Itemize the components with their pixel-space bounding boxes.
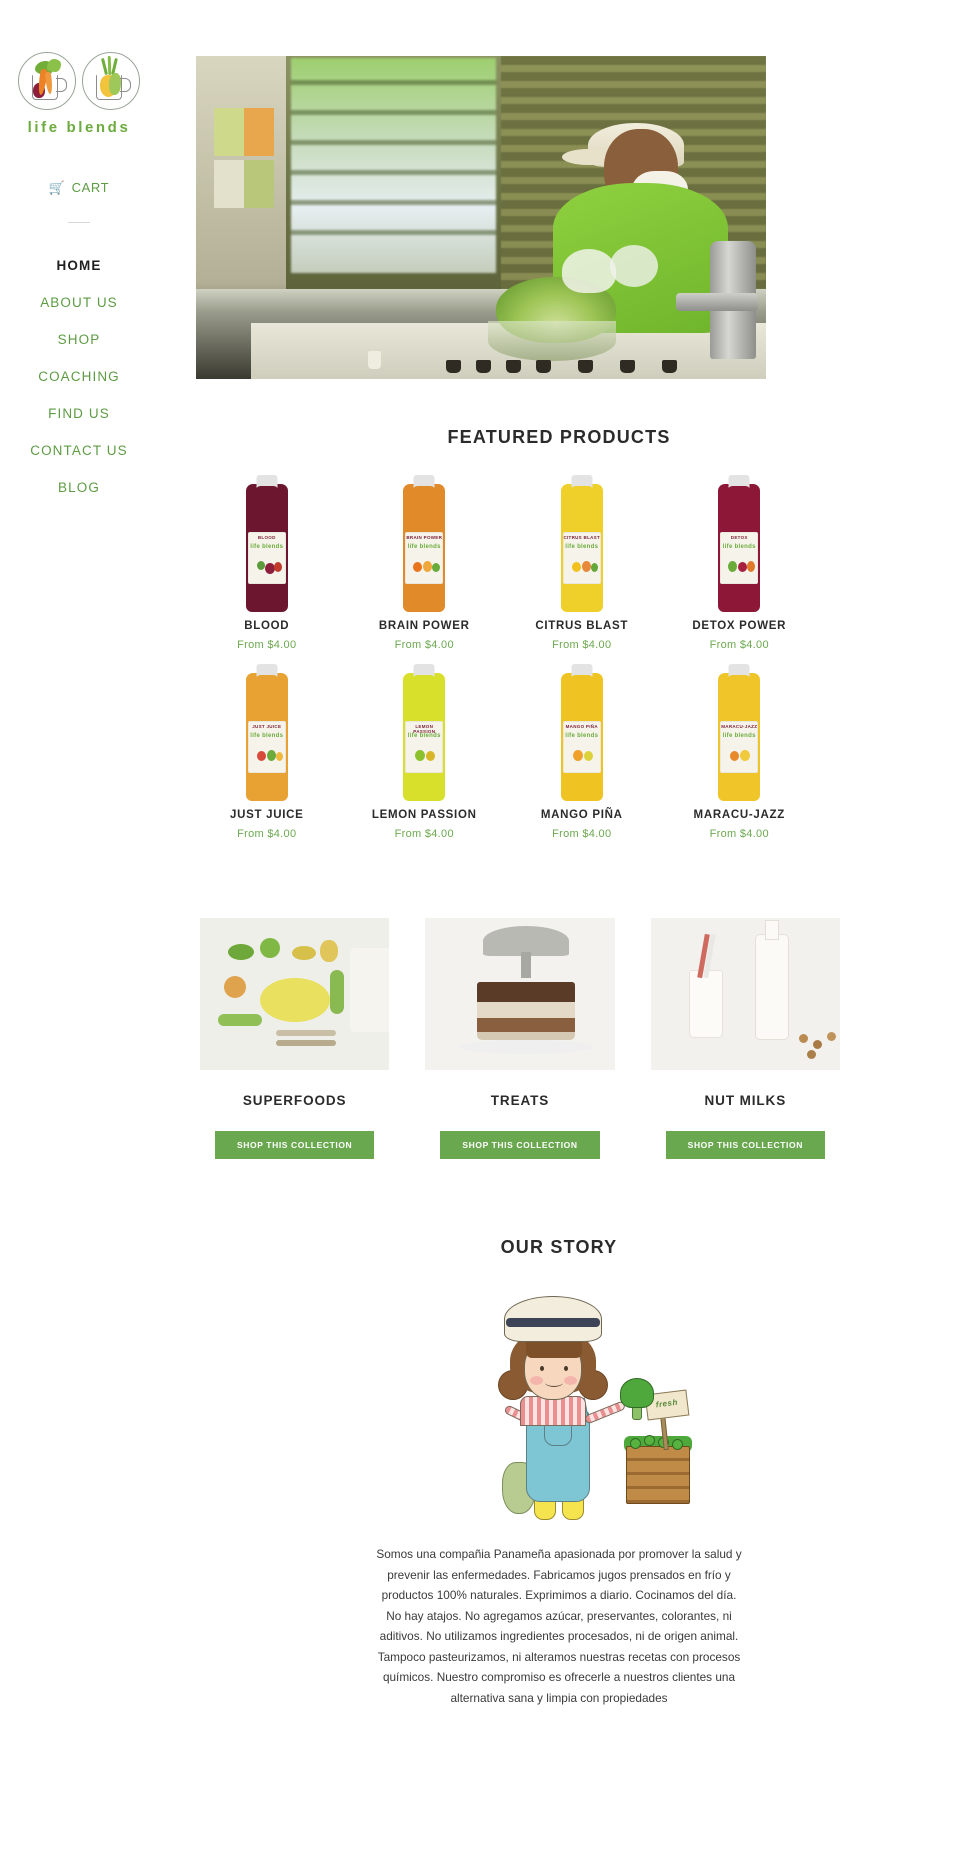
product-name: CITRUS BLAST bbox=[535, 620, 629, 632]
product-card[interactable]: CITRUS BLAST life blends CITRUS BLAST Fr… bbox=[503, 472, 661, 651]
featured-products-title: FEATURED PRODUCTS bbox=[447, 427, 671, 447]
shop-collection-button[interactable]: SHOP THIS COLLECTION bbox=[440, 1131, 600, 1159]
juicer-machine bbox=[676, 241, 758, 359]
bottle-citrus-blast: CITRUS BLAST life blends bbox=[560, 475, 603, 612]
bottle-label-top: BRAIN POWER bbox=[406, 535, 443, 540]
bottle-brain-power: BRAIN POWER life blends bbox=[403, 475, 446, 612]
sidebar: life blends 🛒 CART HOME ABOUT US SHOP CO… bbox=[0, 0, 158, 1875]
collection-superfoods: SUPERFOODS SHOP THIS COLLECTION bbox=[200, 918, 390, 1159]
product-price: From $4.00 bbox=[237, 639, 297, 651]
superfoods-image[interactable] bbox=[200, 918, 390, 1070]
bottle-label-brand: life blends bbox=[722, 733, 756, 739]
collection-title: SUPERFOODS bbox=[242, 1093, 347, 1108]
featured-products-grid: BLOOD life blends BLOOD From $4.00 BRAIN… bbox=[188, 472, 818, 840]
collections-grid: SUPERFOODS SHOP THIS COLLECTION TREATS S… bbox=[200, 918, 840, 1159]
product-card[interactable]: BRAIN POWER life blends BRAIN POWER From… bbox=[346, 472, 504, 651]
nav-item-coaching[interactable]: COACHING bbox=[0, 358, 158, 395]
bottle-label-top: BLOOD bbox=[257, 535, 276, 540]
product-price: From $4.00 bbox=[394, 828, 454, 840]
product-card[interactable]: BLOOD life blends BLOOD From $4.00 bbox=[188, 472, 346, 651]
bottle-label-brand: life blends bbox=[565, 544, 599, 550]
product-card[interactable]: MANGO PIÑA life blends MANGO PIÑA From $… bbox=[503, 661, 661, 840]
brand-name: life blends bbox=[27, 119, 131, 136]
product-card[interactable]: JUST JUICE life blends JUST JUICE From $… bbox=[188, 661, 346, 840]
shop-collection-button[interactable]: SHOP THIS COLLECTION bbox=[665, 1131, 825, 1159]
bottle-just-juice: JUST JUICE life blends bbox=[245, 664, 288, 801]
carrot-jug-icon bbox=[18, 52, 76, 110]
shopping-cart-icon: 🛒 bbox=[48, 180, 66, 195]
collection-treats: TREATS SHOP THIS COLLECTION bbox=[425, 918, 615, 1159]
nav-divider bbox=[68, 222, 90, 223]
product-name: MARACU-JAZZ bbox=[693, 809, 785, 821]
collection-nut-milks: NUT MILKS SHOP THIS COLLECTION bbox=[650, 918, 840, 1159]
nut-milks-image[interactable] bbox=[650, 918, 840, 1070]
cart-button[interactable]: 🛒 CART bbox=[0, 180, 158, 195]
collection-title: NUT MILKS bbox=[704, 1093, 787, 1108]
bottle-maracu-jazz: MARACU-JAZZ life blends bbox=[718, 664, 761, 801]
bottle-label-brand: life blends bbox=[407, 733, 441, 739]
bottle-label-top: DETOX bbox=[730, 535, 748, 540]
pineapple-jug-icon bbox=[82, 52, 140, 110]
nav-item-find-us[interactable]: FIND US bbox=[0, 395, 158, 432]
product-price: From $4.00 bbox=[709, 828, 769, 840]
cart-label: CART bbox=[71, 180, 110, 195]
product-price: From $4.00 bbox=[552, 828, 612, 840]
product-name: JUST JUICE bbox=[230, 809, 304, 821]
bottle-label-brand: life blends bbox=[565, 733, 599, 739]
collection-title: TREATS bbox=[490, 1093, 550, 1108]
product-name: LEMON PASSION bbox=[371, 809, 477, 821]
nav-item-blog[interactable]: BLOG bbox=[0, 469, 158, 506]
girl-farmer-illustration: fresh bbox=[428, 1292, 692, 1522]
bottle-mango-pina: MANGO PIÑA life blends bbox=[560, 664, 603, 801]
bottle-lemon-passion: LEMON PASSION life blends bbox=[403, 664, 446, 801]
product-card[interactable]: LEMON PASSION life blends LEMON PASSION … bbox=[346, 661, 504, 840]
product-price: From $4.00 bbox=[237, 828, 297, 840]
product-card[interactable]: DETOX life blends DETOX POWER From $4.00 bbox=[661, 472, 819, 651]
product-price: From $4.00 bbox=[394, 639, 454, 651]
product-name: DETOX POWER bbox=[692, 620, 787, 632]
product-name: MANGO PIÑA bbox=[540, 809, 623, 821]
bottle-detox-power: DETOX life blends bbox=[718, 475, 761, 612]
site-logo[interactable] bbox=[0, 52, 158, 110]
bottle-label-brand: life blends bbox=[250, 544, 284, 550]
our-story-title: OUR STORY bbox=[500, 1237, 618, 1257]
bottle-label-brand: life blends bbox=[250, 733, 284, 739]
bottle-blood: BLOOD life blends bbox=[245, 475, 288, 612]
bottle-label-top: CITRUS BLAST bbox=[563, 535, 601, 540]
bottle-label-top: MANGO PIÑA bbox=[565, 724, 598, 729]
product-card[interactable]: MARACU-JAZZ life blends MARACU-JAZZ From… bbox=[661, 661, 819, 840]
shop-collection-button[interactable]: SHOP THIS COLLECTION bbox=[215, 1131, 375, 1159]
our-story-text: Somos una compañia Panameña apasionada p… bbox=[376, 1547, 742, 1705]
nav-item-shop[interactable]: SHOP bbox=[0, 321, 158, 358]
bottle-label-brand: life blends bbox=[722, 544, 756, 550]
bottle-label-brand: life blends bbox=[407, 544, 441, 550]
nav-item-about-us[interactable]: ABOUT US bbox=[0, 284, 158, 321]
product-name: BRAIN POWER bbox=[378, 620, 470, 632]
nav-item-home[interactable]: HOME bbox=[0, 247, 158, 284]
bottle-label-top: MARACU-JAZZ bbox=[721, 724, 758, 729]
hero-image bbox=[196, 56, 766, 379]
product-price: From $4.00 bbox=[552, 639, 612, 651]
product-price: From $4.00 bbox=[709, 639, 769, 651]
main-content: FEATURED PRODUCTS BLOOD life blends BLOO… bbox=[158, 0, 960, 1708]
product-name: BLOOD bbox=[244, 620, 290, 632]
main-navigation: HOME ABOUT US SHOP COACHING FIND US CONT… bbox=[0, 247, 158, 506]
nav-item-contact-us[interactable]: CONTACT US bbox=[0, 432, 158, 469]
treats-image[interactable] bbox=[425, 918, 615, 1070]
bottle-label-top: JUST JUICE bbox=[252, 724, 282, 729]
